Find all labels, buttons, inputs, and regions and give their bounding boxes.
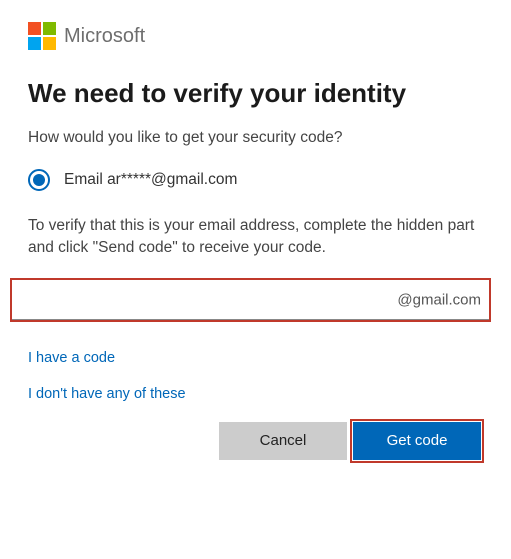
have-code-link[interactable]: I have a code (28, 350, 483, 366)
email-input-wrap: @gmail.com (10, 278, 491, 322)
subtitle-text: How would you like to get your security … (28, 129, 483, 147)
radio-label: Email ar*****@gmail.com (64, 171, 237, 189)
email-suffix: @gmail.com (397, 291, 481, 308)
button-row: Cancel Get code (28, 422, 483, 460)
instruction-text: To verify that this is your email addres… (28, 215, 483, 260)
cancel-button[interactable]: Cancel (219, 422, 347, 460)
page-title: We need to verify your identity (28, 78, 483, 109)
radio-icon (28, 169, 50, 191)
verify-method-radio[interactable]: Email ar*****@gmail.com (28, 169, 483, 191)
no-options-link[interactable]: I don't have any of these (28, 386, 483, 402)
microsoft-logo-icon (28, 22, 56, 50)
get-code-button[interactable]: Get code (353, 422, 481, 460)
brand-text: Microsoft (64, 25, 145, 48)
brand-row: Microsoft (28, 22, 483, 50)
